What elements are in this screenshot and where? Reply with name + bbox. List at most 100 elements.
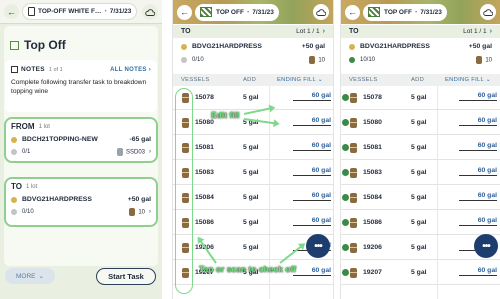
vessel-row[interactable]: 15084 5 gal 60 gal <box>341 186 500 210</box>
vessel-name: 15081 <box>195 144 214 151</box>
vessel-row[interactable]: 15078 5 gal 60 gal <box>173 86 333 110</box>
barrel-icon[interactable] <box>350 118 357 128</box>
all-notes-link[interactable]: ALL NOTES › <box>110 67 151 73</box>
cloud-icon[interactable] <box>480 4 496 20</box>
vessel-name: 15081 <box>363 144 382 151</box>
header-separator: • <box>104 8 107 15</box>
destination-lot: BDVG21HARDPRESS +50 gal 0/10 10 <box>173 38 333 67</box>
back-arrow-icon[interactable]: ← <box>177 4 192 20</box>
barrel-icon[interactable] <box>350 218 357 228</box>
more-button[interactable]: MORE ⌄ <box>5 268 55 284</box>
vessel-name: 15078 <box>363 94 382 101</box>
vessel-add: 5 gal <box>243 219 259 226</box>
back-arrow-icon[interactable]: ← <box>4 4 19 19</box>
to-band[interactable]: TO Lot 1 / 1 › <box>173 25 333 38</box>
vessel-name: 15078 <box>195 94 214 101</box>
chevron-down-icon: ⌄ <box>485 77 491 83</box>
vessel-row[interactable]: 15078 5 gal 60 gal <box>341 86 500 110</box>
vessel-row[interactable]: 15083 5 gal 60 gal <box>173 161 333 185</box>
vessel-add: 5 gal <box>411 219 427 226</box>
vessel-name: 19207 <box>363 269 382 276</box>
vessel-add: 5 gal <box>411 244 427 251</box>
barrel-icon[interactable] <box>350 143 357 153</box>
task-header-date: 7/31/23 <box>109 8 132 15</box>
lot-color-dot <box>11 196 17 203</box>
ending-fill-input[interactable]: 60 gal <box>293 192 331 201</box>
vessel-row[interactable]: 15080 5 gal 60 gal <box>173 111 333 135</box>
ending-fill-input[interactable]: 60 gal <box>459 92 497 101</box>
col-ending-fill[interactable]: ENDING FILL ⌄ <box>445 77 491 83</box>
ending-fill-input[interactable]: 60 gal <box>459 117 497 126</box>
vessel-row[interactable]: 15084 5 gal 60 gal <box>173 186 333 210</box>
to-label: TO <box>349 28 359 35</box>
task-header-title: TOP OFF <box>384 8 412 16</box>
ending-fill-input[interactable]: 60 gal <box>459 142 497 151</box>
lot-amount: +50 gal <box>301 43 325 50</box>
vessel-count: 10 <box>318 57 325 64</box>
ending-fill-input[interactable]: 60 gal <box>459 267 497 276</box>
lot-counter: Lot 1 / 1 <box>296 28 320 35</box>
ending-fill-input[interactable]: 60 gal <box>459 192 497 201</box>
task-header-date: 7/31/23 <box>252 8 274 16</box>
task-header-pill[interactable]: TOP OFF • 7/31/23 <box>363 3 447 21</box>
from-section[interactable]: FROM 1 lot BDCH21TOPPING-NEW -65 gal 0/1… <box>4 117 158 163</box>
ending-fill-input[interactable]: 60 gal <box>293 142 331 151</box>
ending-fill-input[interactable]: 60 gal <box>293 217 331 226</box>
header-separator: • <box>414 8 418 16</box>
cloud-icon[interactable] <box>142 4 158 20</box>
notes-text: Complete following transfer task to brea… <box>11 79 147 95</box>
ending-fill-input[interactable]: 60 gal <box>293 267 331 276</box>
task-header-pill[interactable]: TOP OFF • 7/31/23 <box>195 3 279 21</box>
vessel-add: 5 gal <box>411 194 427 201</box>
col-vessels: VESSELS <box>181 77 210 83</box>
vessel-row[interactable]: 15086 5 gal 60 gal <box>173 211 333 235</box>
ending-fill-input[interactable]: 60 gal <box>459 167 497 176</box>
barrel-icon[interactable] <box>350 193 357 203</box>
barrel-icon[interactable] <box>350 268 357 278</box>
vessel-row[interactable]: 15081 5 gal 60 gal <box>341 136 500 160</box>
check-icon <box>342 244 349 251</box>
fab-label: ••• <box>314 240 322 252</box>
from-vessel: SSD03 <box>125 149 145 156</box>
col-ending-fill[interactable]: ENDING FILL ⌄ <box>277 77 323 83</box>
vessel-add: 5 gal <box>411 169 427 176</box>
more-actions-button[interactable]: ••• <box>306 234 330 258</box>
vessel-row[interactable]: 15083 5 gal 60 gal <box>341 161 500 185</box>
vessel-add: 5 gal <box>243 244 259 251</box>
vessel-row[interactable]: 15081 5 gal 60 gal <box>173 136 333 160</box>
back-arrow-icon[interactable]: ← <box>345 4 360 20</box>
check-icon <box>342 119 349 126</box>
progress-dot <box>181 57 187 63</box>
barrel-icon[interactable] <box>350 93 357 103</box>
vessels-table-header: VESSELS ADD ENDING FILL ⌄ <box>341 74 500 86</box>
ending-fill-input[interactable]: 60 gal <box>293 167 331 176</box>
task-overview-screen: ← TOP-OFF WHITE F… • 7/31/23 Top Off NOT… <box>0 0 162 299</box>
vessel-name: 15086 <box>195 219 214 226</box>
ending-fill-input[interactable]: 60 gal <box>293 92 331 101</box>
check-icon <box>342 219 349 226</box>
vessel-row[interactable]: 19207 5 gal 60 gal <box>341 261 500 285</box>
task-checkbox[interactable] <box>10 40 19 50</box>
progress-dot <box>11 209 17 215</box>
cloud-icon[interactable] <box>313 4 329 20</box>
col-add: ADD <box>243 77 257 83</box>
ending-fill-input[interactable]: 60 gal <box>293 117 331 126</box>
chevron-right-icon: › <box>148 66 151 73</box>
task-header-pill[interactable]: TOP-OFF WHITE F… • 7/31/23 <box>22 3 138 20</box>
vessel-add: 5 gal <box>411 119 427 126</box>
chevron-right-icon: › <box>149 149 151 155</box>
task-header: ← TOP OFF • 7/31/23 <box>173 0 333 24</box>
barrel-icon[interactable] <box>350 243 357 253</box>
to-section[interactable]: TO 1 lot BDVG21HARDPRESS +50 gal 0/10 10… <box>4 177 158 227</box>
ending-fill-input[interactable]: 60 gal <box>459 217 497 226</box>
chevron-down-icon: ⌄ <box>317 77 323 83</box>
start-task-button[interactable]: Start Task <box>96 268 156 285</box>
barrel-icon[interactable] <box>350 168 357 178</box>
edit-fill-annotation: Edit fill <box>211 110 240 120</box>
vessel-row[interactable]: 15080 5 gal 60 gal <box>341 111 500 135</box>
more-actions-button[interactable]: ••• <box>474 234 498 258</box>
vessel-row[interactable]: 15086 5 gal 60 gal <box>341 211 500 235</box>
to-lot-count: 1 lot <box>25 183 38 190</box>
to-band[interactable]: TO Lot 1 / 1 › <box>341 25 500 38</box>
vessel-icons-highlight <box>175 88 193 294</box>
